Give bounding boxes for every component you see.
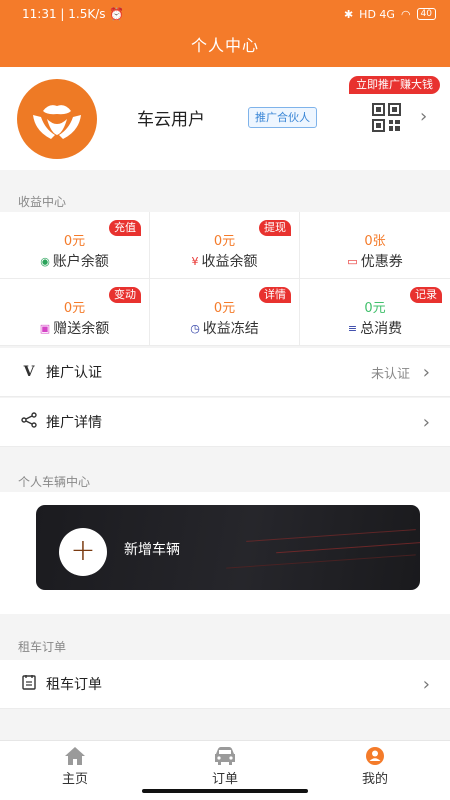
clock-icon: ◷ [190,321,200,335]
vehicle-section-label: 个人车辆中心 [18,475,91,489]
add-vehicle-card[interactable]: + 新增车辆 [36,505,420,590]
decorative-streak [226,554,416,569]
rental-orders-label: 租车订单 [46,677,102,693]
change-badge[interactable]: 变动 [109,287,141,303]
network-speed: 1.5K/s [68,7,106,21]
partner-tag: 推广合伙人 [248,107,317,128]
vehicle-panel: + 新增车辆 [0,492,450,614]
decorative-streak [276,541,420,554]
promo-badge[interactable]: 立即推广赚大钱 [349,76,440,94]
user-icon [365,745,385,767]
gift-balance-label: 赠送余额 [53,321,110,337]
share-icon [20,412,38,432]
profile-chevron-icon[interactable]: › [420,106,427,127]
rental-orders-row[interactable]: 租车订单 › [0,660,450,709]
header: 11:31 | 1.5K/s ⏰ ✱ HD 4G ◠ 40 个人中心 [0,0,450,67]
yen-icon: ¥ [191,254,199,268]
add-vehicle-label: 新增车辆 [124,542,180,558]
list-icon: ≡ [347,321,358,335]
recharge-badge[interactable]: 充值 [109,220,141,236]
coupon-cell[interactable]: 0张 ▭ 优惠券 [300,212,450,279]
add-vehicle-plus-icon[interactable]: + [59,528,107,576]
promotion-verify-row[interactable]: V 推广认证 未认证 › [0,348,450,397]
account-balance-cell[interactable]: 充值 0元 ◉ 账户余额 [0,212,150,279]
withdraw-badge[interactable]: 提现 [259,220,291,236]
nav-mine[interactable]: 我的 [300,741,450,800]
status-time: 11:31 [22,7,57,21]
avatar[interactable] [17,79,97,159]
earnings-balance-label: 收益余额 [201,254,258,270]
decorative-streak [246,529,416,542]
car-icon [213,745,237,767]
promotion-details-label: 推广详情 [46,415,102,431]
username: 车云用户 [137,110,205,130]
chevron-right-icon: › [422,361,430,383]
earnings-section-label: 收益中心 [18,195,67,209]
qr-code-icon[interactable] [372,103,401,132]
frozen-earnings-cell[interactable]: 详情 0元 ◷ 收益冻结 [150,279,300,346]
battery-icon: 40 [416,8,436,20]
nav-orders-label: 订单 [211,772,238,787]
order-list-icon [20,674,38,694]
status-bar: 11:31 | 1.5K/s ⏰ ✱ HD 4G ◠ 40 [0,0,450,28]
rental-section-label: 租车订单 [18,640,67,654]
earnings-grid: 充值 0元 ◉ 账户余额 提现 0元 ¥ 收益余额 0张 ▭ 优惠券 变动 0元… [0,212,450,346]
verify-v-icon: V [23,364,35,380]
alarm-icon: ⏰ [109,7,125,21]
signal-icon: HD 4G [359,7,395,21]
profile-card[interactable]: 车云用户 推广合伙人 立即推广赚大钱 › [0,67,450,170]
account-balance-label: 账户余额 [52,254,109,270]
chevron-right-icon: › [422,673,430,695]
coupon-value: 0张 [364,234,386,249]
home-icon [64,745,86,767]
bluetooth-icon: ✱ [343,7,354,21]
wifi-icon: ◠ [400,7,411,21]
nav-home[interactable]: 主页 [0,741,150,800]
page-title: 个人中心 [190,36,259,55]
nav-home-label: 主页 [61,772,88,787]
total-spending-label: 总消费 [360,321,403,337]
status-right: ✱ HD 4G ◠ 40 [344,8,436,21]
promotion-verify-label: 推广认证 [46,365,102,381]
promotion-details-row[interactable]: 推广详情 › [0,398,450,447]
gift-balance-cell[interactable]: 变动 0元 ▣ 赠送余额 [0,279,150,346]
home-indicator [142,789,308,793]
status-left: 11:31 | 1.5K/s ⏰ [22,7,125,21]
hands-logo-icon [33,105,81,139]
total-spending-cell[interactable]: 记录 0元 ≡ 总消费 [300,279,450,346]
wallet-icon: ◉ [40,254,50,268]
nav-mine-label: 我的 [361,772,388,787]
coupon-label: 优惠券 [360,254,403,270]
chevron-right-icon: › [422,411,430,433]
frozen-earnings-label: 收益冻结 [202,321,259,337]
gift-icon: ▣ [39,321,51,335]
earnings-balance-cell[interactable]: 提现 0元 ¥ 收益余额 [150,212,300,279]
details-badge[interactable]: 详情 [259,287,291,303]
verify-status: 未认证 [370,366,410,382]
coupon-icon: ▭ [347,254,358,268]
record-badge[interactable]: 记录 [410,287,442,303]
